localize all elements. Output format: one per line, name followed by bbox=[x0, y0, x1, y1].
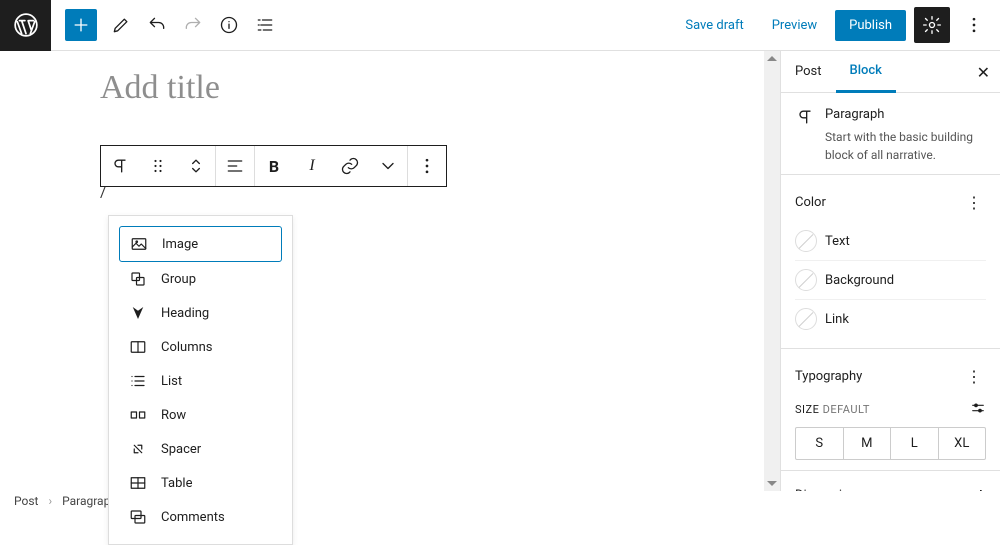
size-l-button[interactable]: L bbox=[891, 428, 939, 459]
block-toolbar: B I bbox=[100, 145, 447, 187]
publish-button[interactable]: Publish bbox=[835, 10, 906, 41]
comments-icon bbox=[129, 507, 147, 527]
custom-size-button[interactable] bbox=[970, 400, 986, 419]
bold-button[interactable]: B bbox=[255, 147, 293, 185]
redo-button[interactable] bbox=[177, 9, 209, 41]
outline-button[interactable] bbox=[249, 9, 281, 41]
settings-button[interactable] bbox=[914, 7, 950, 43]
background-color-button[interactable]: Background bbox=[795, 261, 986, 300]
more-text-options-button[interactable] bbox=[369, 147, 407, 185]
chevron-right-icon: › bbox=[48, 494, 52, 508]
inserter-label: Image bbox=[162, 237, 198, 252]
add-block-button[interactable] bbox=[65, 9, 97, 41]
font-size-buttons: S M L XL bbox=[795, 427, 986, 460]
post-title-input[interactable]: Add title bbox=[100, 69, 764, 107]
inserter-option-comments[interactable]: Comments bbox=[119, 500, 282, 534]
size-xl-button[interactable]: XL bbox=[939, 428, 986, 459]
inserter-option-heading[interactable]: Heading bbox=[119, 296, 282, 330]
inserter-option-group[interactable]: Group bbox=[119, 262, 282, 296]
list-icon bbox=[129, 371, 147, 391]
breadcrumb-post[interactable]: Post bbox=[14, 494, 38, 508]
typography-panel: Typography ⋮ SIZE DEFAULT S M L XL bbox=[781, 349, 1000, 471]
italic-button[interactable]: I bbox=[293, 147, 331, 185]
table-icon bbox=[129, 473, 147, 493]
more-options-button[interactable] bbox=[958, 9, 990, 41]
close-sidebar-button[interactable]: ✕ bbox=[977, 63, 990, 82]
inserter-label: Heading bbox=[161, 306, 209, 321]
swatch-icon bbox=[795, 269, 817, 291]
inserter-option-spacer[interactable]: Spacer bbox=[119, 432, 282, 466]
inserter-label: Group bbox=[161, 272, 196, 287]
block-inserter-popover: Image Group Heading Columns List Row bbox=[108, 215, 293, 545]
color-label: Link bbox=[825, 312, 849, 327]
swatch-icon bbox=[795, 230, 817, 252]
panel-title-typography: Typography bbox=[795, 369, 862, 384]
tab-post[interactable]: Post bbox=[781, 51, 836, 93]
row-icon bbox=[129, 405, 147, 425]
paragraph-icon bbox=[795, 107, 815, 131]
image-icon bbox=[130, 234, 148, 254]
spacer-icon bbox=[129, 439, 147, 459]
size-m-button[interactable]: M bbox=[844, 428, 892, 459]
inserter-label: Table bbox=[161, 476, 192, 491]
add-dimension-button[interactable]: + bbox=[976, 485, 986, 491]
move-up-down-button[interactable] bbox=[177, 147, 215, 185]
text-color-button[interactable]: Text bbox=[795, 222, 986, 261]
wordpress-logo[interactable] bbox=[0, 0, 51, 51]
size-default-label: DEFAULT bbox=[823, 403, 870, 416]
color-label: Background bbox=[825, 273, 894, 288]
inserter-option-columns[interactable]: Columns bbox=[119, 330, 282, 364]
save-draft-button[interactable]: Save draft bbox=[675, 12, 753, 39]
block-name-label: Paragraph bbox=[825, 107, 986, 122]
inserter-option-table[interactable]: Table bbox=[119, 466, 282, 500]
swatch-icon bbox=[795, 308, 817, 330]
color-label: Text bbox=[825, 234, 850, 249]
color-panel-options-button[interactable]: ⋮ bbox=[962, 189, 986, 216]
paragraph-block-icon[interactable] bbox=[101, 147, 139, 185]
info-button[interactable] bbox=[213, 9, 245, 41]
size-label: SIZE bbox=[795, 403, 819, 416]
link-color-button[interactable]: Link bbox=[795, 300, 986, 338]
typography-panel-options-button[interactable]: ⋮ bbox=[962, 363, 986, 390]
group-icon bbox=[129, 269, 147, 289]
link-button[interactable] bbox=[331, 147, 369, 185]
panel-title-color: Color bbox=[795, 195, 826, 210]
columns-icon bbox=[129, 337, 147, 357]
block-more-button[interactable] bbox=[408, 147, 446, 185]
dimensions-panel-header[interactable]: Dimensions + bbox=[781, 471, 1000, 491]
dimensions-label: Dimensions bbox=[795, 488, 863, 491]
size-s-button[interactable]: S bbox=[796, 428, 844, 459]
inserter-label: Columns bbox=[161, 340, 213, 355]
drag-handle-icon[interactable] bbox=[139, 147, 177, 185]
inserter-option-row[interactable]: Row bbox=[119, 398, 282, 432]
edit-mode-button[interactable] bbox=[105, 9, 137, 41]
block-description-panel: Paragraph Start with the basic building … bbox=[781, 93, 1000, 175]
inserter-label: Row bbox=[161, 408, 186, 423]
inserter-option-list[interactable]: List bbox=[119, 364, 282, 398]
preview-button[interactable]: Preview bbox=[762, 12, 827, 39]
inserter-label: Spacer bbox=[161, 442, 201, 457]
inserter-label: List bbox=[161, 374, 182, 389]
color-panel: Color ⋮ Text Background Link bbox=[781, 175, 1000, 349]
editor-canvas[interactable]: Add title / B I bbox=[0, 51, 764, 491]
inserter-label: Comments bbox=[161, 510, 225, 525]
inserter-option-image[interactable]: Image bbox=[119, 226, 282, 262]
heading-icon bbox=[129, 303, 147, 323]
tab-block[interactable]: Block bbox=[836, 51, 896, 93]
vertical-scrollbar[interactable] bbox=[764, 51, 780, 491]
top-toolbar: Save draft Preview Publish bbox=[0, 0, 1000, 51]
settings-sidebar: Post Block ✕ Paragraph Start with the ba… bbox=[780, 51, 1000, 491]
undo-button[interactable] bbox=[141, 9, 173, 41]
align-button[interactable] bbox=[216, 147, 254, 185]
block-description-text: Start with the basic building block of a… bbox=[825, 128, 986, 164]
